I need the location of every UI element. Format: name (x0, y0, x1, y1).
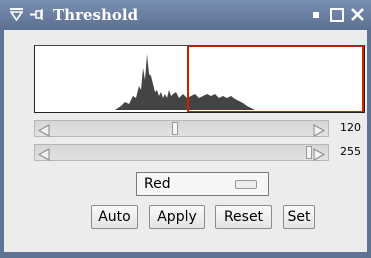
slider-left-arrow-icon[interactable] (37, 122, 51, 137)
title-bar[interactable]: Threshold (0, 0, 371, 30)
histogram-plot (34, 45, 365, 113)
dropdown-handle-icon (235, 180, 257, 189)
slider-left-arrow-icon[interactable] (37, 146, 51, 161)
upper-threshold-value: 255 (340, 145, 361, 158)
set-button[interactable]: Set (283, 205, 315, 229)
threshold-window: Threshold 120 255 Red Auto Apply Reset S… (0, 0, 371, 258)
upper-threshold-slider[interactable] (34, 144, 329, 161)
slider-right-arrow-icon[interactable] (312, 122, 326, 137)
pin-icon[interactable] (30, 8, 44, 21)
lower-threshold-value: 120 (340, 121, 361, 134)
window-title: Threshold (53, 6, 139, 24)
lower-threshold-slider[interactable] (34, 120, 329, 137)
minimize-icon[interactable] (313, 12, 319, 18)
reset-button[interactable]: Reset (215, 205, 272, 229)
slider-right-arrow-icon[interactable] (312, 146, 326, 161)
channel-select[interactable]: Red (136, 172, 269, 196)
close-icon[interactable] (350, 7, 365, 22)
channel-select-value: Red (144, 176, 171, 192)
menu-down-triangle-icon[interactable] (10, 8, 23, 21)
lower-threshold-thumb[interactable] (171, 122, 178, 135)
auto-button[interactable]: Auto (91, 205, 138, 229)
apply-button[interactable]: Apply (149, 205, 205, 229)
maximize-icon[interactable] (330, 8, 344, 22)
